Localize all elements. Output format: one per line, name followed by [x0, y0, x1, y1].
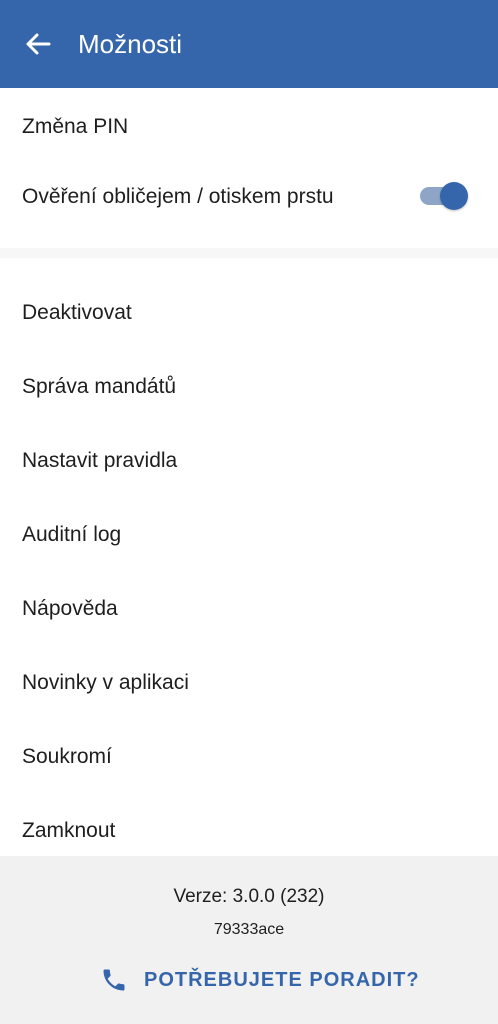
menu-item-deactivate[interactable]: Deaktivovat: [0, 278, 498, 348]
page-title: Možnosti: [78, 29, 183, 59]
menu-item-help[interactable]: Nápověda: [0, 574, 498, 644]
menu-item-news[interactable]: Novinky v aplikaci: [0, 648, 498, 718]
help-button[interactable]: POTŘEBUJETE PORADIT?: [100, 964, 420, 996]
app-bar: Možnosti: [0, 0, 498, 88]
menu-item-audit-log[interactable]: Auditní log: [0, 500, 498, 570]
menu-item-label: Auditní log: [22, 523, 122, 546]
back-button[interactable]: [22, 28, 54, 60]
menu-item-label: Nastavit pravidla: [22, 449, 178, 472]
phone-icon: [103, 969, 125, 991]
menu-item-label: Soukromí: [22, 745, 112, 768]
menu-item-privacy[interactable]: Soukromí: [0, 722, 498, 792]
footer: [0, 856, 498, 1024]
menu-item-label: Zamknout: [22, 819, 116, 842]
help-label: POTŘEBUJETE PORADIT?: [144, 968, 420, 991]
section-divider: [0, 248, 498, 258]
menu-item-rules[interactable]: Nastavit pravidla: [0, 426, 498, 496]
toggle-thumb: [440, 182, 468, 210]
menu-item-label: Nápověda: [22, 597, 118, 620]
menu-item-label: Deaktivovat: [22, 301, 132, 324]
menu-item-label: Správa mandátů: [22, 375, 177, 398]
version-text: Verze: 3.0.0 (232): [173, 886, 325, 907]
menu-item-label: Novinky v aplikaci: [22, 671, 189, 694]
biometric-label: Ověření obličejem / otiskem prstu: [22, 185, 334, 208]
biometric-toggle[interactable]: [420, 182, 468, 210]
menu-item-mandates[interactable]: Správa mandátů: [0, 352, 498, 422]
change-pin-label: Změna PIN: [22, 115, 129, 138]
arrow-left-icon: [26, 33, 51, 55]
build-id: 79333ace: [213, 921, 285, 938]
change-pin-item[interactable]: Změna PIN: [0, 92, 498, 162]
